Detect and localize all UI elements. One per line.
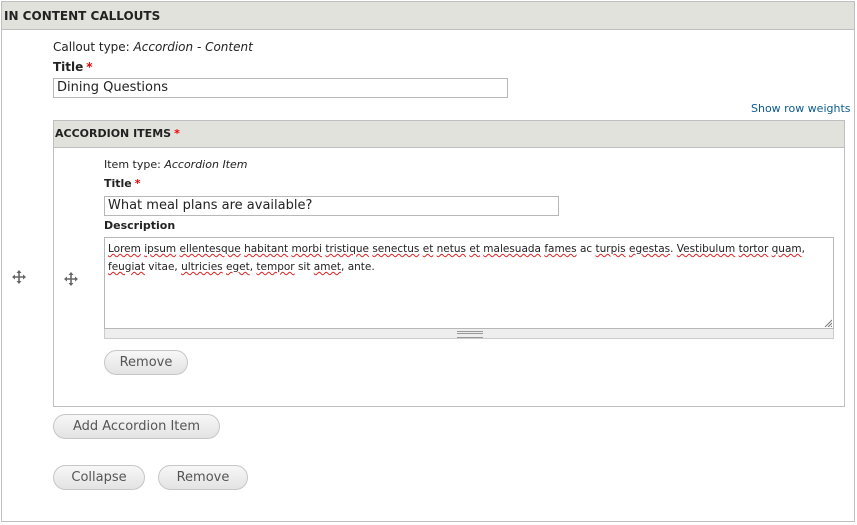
description-word: tortor (738, 243, 769, 255)
add-accordion-item-button[interactable]: Add Accordion Item (53, 414, 220, 439)
description-word: ac (576, 243, 596, 255)
item-type-line: Item type: Accordion Item (104, 158, 247, 171)
resize-corner-icon[interactable] (824, 319, 832, 327)
required-marker: * (86, 60, 93, 74)
description-word: Vestibulum (676, 243, 736, 255)
callout-type-label: Callout type: (53, 40, 130, 54)
description-text: Lorem ipsum ellentesque habitant morbi t… (108, 243, 805, 273)
callout-type-line: Callout type: Accordion - Content (53, 40, 253, 54)
description-label: Description (104, 219, 176, 232)
description-word: fames (544, 243, 577, 255)
description-word: et (469, 243, 480, 255)
item-title-input[interactable]: What meal plans are available? (104, 196, 559, 216)
description-word: ellentesque (179, 243, 241, 255)
description-word: tempor (256, 261, 295, 273)
item-title-label-text: Title (104, 177, 132, 190)
show-row-weights-link[interactable]: Show row weights (751, 102, 851, 115)
description-word: quam (771, 243, 802, 255)
description-word: habitant (244, 243, 289, 255)
description-word: , (801, 243, 805, 255)
remove-callout-button[interactable]: Remove (158, 465, 248, 490)
accordion-items-header-text: Accordion items (55, 127, 172, 140)
description-word: turpis (595, 243, 626, 255)
required-marker: * (174, 127, 180, 140)
description-word: ultricies (181, 261, 223, 273)
description-word: senectus (372, 243, 420, 255)
item-drag-handle-icon[interactable] (64, 272, 78, 286)
description-word: Lorem (108, 243, 141, 255)
item-title-value: What meal plans are available? (108, 198, 313, 213)
item-title-label: Title * (104, 177, 141, 190)
description-word: morbi (291, 243, 322, 255)
row-drag-handle-icon[interactable] (12, 270, 26, 284)
remove-item-button[interactable]: Remove (104, 350, 188, 375)
description-word: malesuada (483, 243, 541, 255)
accordion-items-header: Accordion items * (54, 121, 844, 148)
title-label: Title * (53, 60, 93, 74)
item-type-value: Accordion Item (164, 158, 248, 171)
description-word: tristique (325, 243, 369, 255)
section-header: In Content Callouts (2, 2, 854, 30)
item-type-label: Item type: (104, 158, 161, 171)
description-word: ipsum (144, 243, 177, 255)
description-word: netus (436, 243, 467, 255)
required-marker: * (134, 177, 141, 190)
description-word: sit (294, 261, 314, 273)
callout-type-value: Accordion - Content (133, 40, 253, 54)
description-word: egestas (629, 243, 671, 255)
collapse-button[interactable]: Collapse (53, 465, 145, 490)
description-word: , ante. (341, 261, 375, 273)
description-textarea[interactable]: Lorem ipsum ellentesque habitant morbi t… (104, 237, 834, 329)
callout-title-value: Dining Questions (57, 80, 169, 95)
description-word: feugiat (108, 261, 145, 273)
grip-lines-icon (457, 331, 483, 338)
title-label-text: Title (53, 60, 84, 74)
textarea-grippie[interactable] (104, 329, 834, 339)
description-word: et (422, 243, 434, 255)
callout-title-input[interactable]: Dining Questions (53, 78, 508, 98)
description-word: amet (313, 261, 342, 273)
description-word: eget (226, 261, 250, 273)
description-word: . (670, 243, 677, 255)
description-word: vitae, (144, 261, 182, 273)
